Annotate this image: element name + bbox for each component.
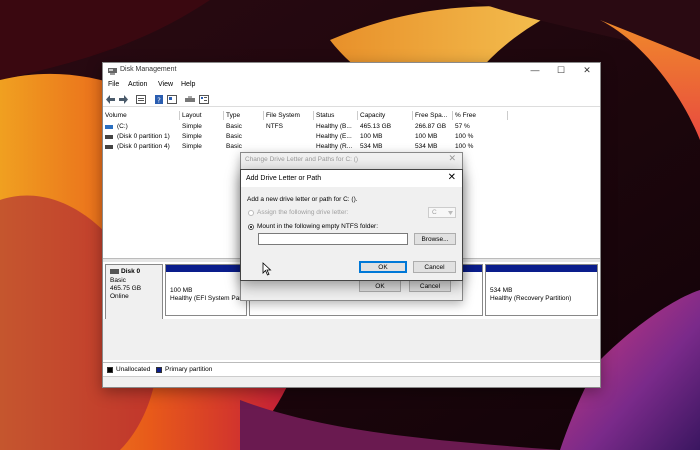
col-file-system[interactable]: File System — [264, 111, 314, 120]
dialog-title: Add Drive Letter or Path — [246, 175, 322, 182]
partition-size: 100 MB — [170, 287, 193, 294]
col-volume[interactable]: Volume — [103, 111, 180, 120]
menu-help[interactable]: Help — [181, 81, 195, 88]
status-bar — [103, 376, 600, 387]
legend-swatch-primary — [156, 367, 162, 373]
disk-type: Basic — [110, 277, 126, 284]
cell-layout: Simple — [182, 133, 202, 140]
col-free-space[interactable]: Free Spa... — [413, 111, 453, 120]
folder-path-input[interactable] — [258, 233, 408, 245]
partition-bar — [166, 265, 246, 272]
cell-percent-free: 100 % — [455, 143, 474, 150]
properties-icon[interactable] — [136, 95, 146, 104]
rescan-icon[interactable] — [167, 95, 177, 104]
legend-swatch-unallocated — [107, 367, 113, 373]
add-drive-letter-dialog: Add Drive Letter or Path ✕ Add a new dri… — [240, 169, 463, 281]
legend-unallocated: Unallocated — [116, 366, 151, 373]
browse-button[interactable]: Browse... — [414, 233, 456, 245]
cell-type: Basic — [226, 133, 242, 140]
cell-capacity: 100 MB — [360, 133, 383, 140]
disk-name: Disk 0 — [121, 268, 141, 275]
partition-status: Healthy (EFI System Par — [170, 295, 242, 302]
partition-efi[interactable]: 100 MB Healthy (EFI System Par — [165, 264, 247, 316]
dialog-title: Change Drive Letter and Paths for C: () — [245, 156, 359, 163]
legend: Unallocated Primary partition — [103, 362, 600, 377]
empty-disk-area — [103, 319, 600, 360]
cell-volume: (Disk 0 partition 1) — [117, 133, 170, 140]
cell-percent-free: 57 % — [455, 123, 470, 130]
forward-icon[interactable] — [118, 95, 128, 104]
ok-button[interactable]: OK — [359, 261, 407, 273]
cell-free-space: 266.87 GB — [415, 123, 447, 130]
disk-0-label[interactable]: Disk 0 Basic 465.75 GB Online — [105, 264, 163, 320]
col-status[interactable]: Status — [314, 111, 358, 120]
mouse-cursor-icon — [262, 262, 272, 276]
mount-folder-label: Mount in the following empty NTFS folder… — [257, 223, 379, 230]
cell-type: Basic — [226, 143, 242, 150]
disk-icon — [110, 269, 119, 274]
title-bar[interactable]: Disk Management — ☐ ✕ — [103, 63, 600, 79]
back-icon[interactable] — [106, 95, 116, 104]
cell-capacity: 465.13 GB — [360, 123, 392, 130]
col-type[interactable]: Type — [224, 111, 264, 120]
assign-letter-radio[interactable] — [248, 210, 254, 216]
window-title: Disk Management — [120, 66, 177, 73]
cell-layout: Simple — [182, 143, 202, 150]
menu-action[interactable]: Action — [128, 81, 147, 88]
chevron-down-icon — [448, 211, 453, 215]
col-layout[interactable]: Layout — [180, 111, 224, 120]
toolbar: ? — [103, 93, 600, 107]
cell-status: Healthy (E... — [316, 133, 352, 140]
cell-status: Healthy (B... — [316, 123, 352, 130]
menu-bar: File Action View Help — [103, 80, 600, 92]
cell-capacity: 534 MB — [360, 143, 383, 150]
col-capacity[interactable]: Capacity — [358, 111, 413, 120]
col-percent-free[interactable]: % Free — [453, 111, 508, 120]
assign-letter-label: Assign the following drive letter: — [257, 209, 349, 216]
cell-type: Basic — [226, 123, 242, 130]
volume-icon — [105, 135, 113, 139]
close-icon[interactable]: ✕ — [448, 153, 456, 164]
volume-row[interactable]: (Disk 0 partition 1) Simple Basic Health… — [103, 132, 600, 142]
disk-size: 465.75 GB — [110, 285, 142, 292]
drive-letter-select[interactable]: C — [428, 207, 456, 218]
cell-free-space: 100 MB — [415, 133, 438, 140]
menu-file[interactable]: File — [108, 81, 119, 88]
partition-status: Healthy (Recovery Partition) — [490, 295, 572, 302]
legend-primary-partition: Primary partition — [165, 366, 213, 373]
cancel-button[interactable]: Cancel — [409, 280, 451, 292]
cell-file-system: NTFS — [266, 123, 283, 130]
cell-volume: (C:) — [117, 123, 128, 130]
volume-row[interactable]: (C:) Simple Basic NTFS Healthy (B... 465… — [103, 122, 600, 132]
disk-icon[interactable] — [185, 95, 195, 104]
ok-button[interactable]: OK — [359, 280, 401, 292]
cell-free-space: 534 MB — [415, 143, 438, 150]
svg-text:?: ? — [157, 97, 161, 105]
partition-recovery[interactable]: 534 MB Healthy (Recovery Partition) — [485, 264, 598, 316]
cell-status: Healthy (R... — [316, 143, 353, 150]
volume-row[interactable]: (Disk 0 partition 4) Simple Basic Health… — [103, 142, 600, 152]
dialog-title-bar[interactable]: Add Drive Letter or Path ✕ — [241, 170, 462, 187]
close-icon[interactable]: ✕ — [448, 172, 456, 183]
volume-icon — [105, 125, 113, 129]
volume-list-header: Volume Layout Type File System Status Ca… — [103, 111, 600, 120]
cell-volume: (Disk 0 partition 4) — [117, 143, 170, 150]
drive-letter-value: C — [432, 209, 437, 216]
close-button[interactable]: ✕ — [574, 63, 600, 79]
cell-percent-free: 100 % — [455, 133, 474, 140]
partition-bar — [486, 265, 597, 272]
cancel-button[interactable]: Cancel — [413, 261, 456, 273]
minimize-button[interactable]: — — [522, 63, 548, 79]
menu-view[interactable]: View — [158, 81, 173, 88]
help-icon[interactable]: ? — [154, 95, 164, 104]
mount-folder-radio[interactable] — [248, 224, 254, 230]
volume-icon — [105, 145, 113, 149]
maximize-button[interactable]: ☐ — [548, 63, 574, 79]
list-icon[interactable] — [199, 95, 209, 104]
cell-layout: Simple — [182, 123, 202, 130]
disk-management-icon — [108, 68, 117, 75]
disk-state: Online — [110, 293, 129, 300]
partition-size: 534 MB — [490, 287, 513, 294]
instruction-text: Add a new drive letter or path for C: ()… — [247, 196, 358, 203]
